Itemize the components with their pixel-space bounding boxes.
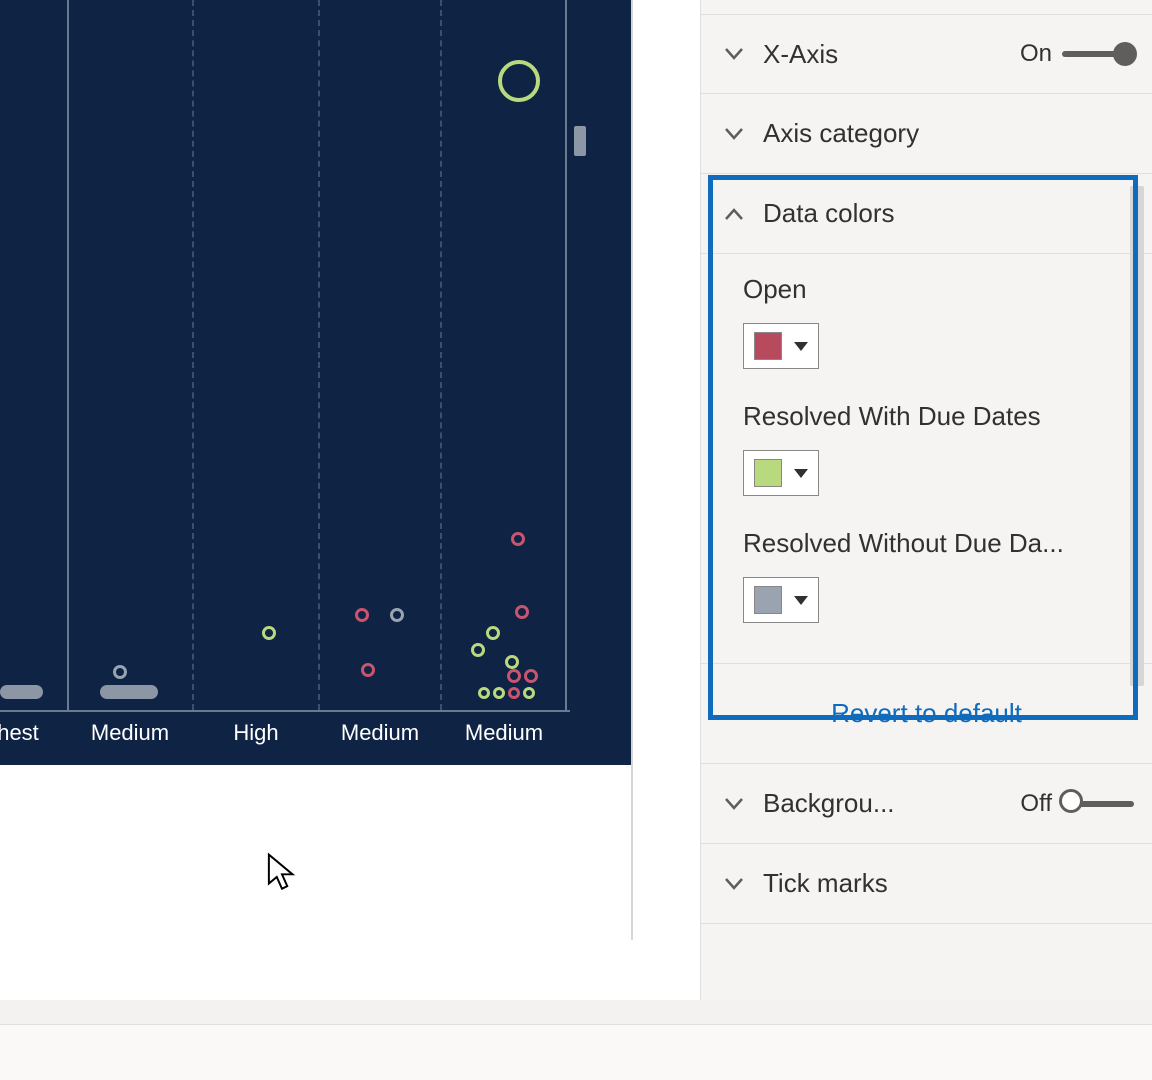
section-label: Backgrou... [763,788,1020,819]
color-item-open: Open [743,274,1110,369]
data-point[interactable] [493,687,505,699]
revert-label: Revert to default [831,698,1022,728]
section-label: Data colors [763,198,1134,229]
caret-down-icon [794,469,808,478]
x-axis-labels: hest Medium High Medium Medium [0,720,570,760]
scroll-thumb[interactable] [574,126,586,156]
data-colors-body: Open Resolved With Due Dates Resolved Wi… [701,254,1152,664]
data-point-cluster[interactable] [0,685,43,699]
toggle-state-label: Off [1020,790,1052,818]
section-label: X-Axis [763,39,1020,70]
toggle-track-on [1062,51,1134,57]
panel-scrollbar[interactable] [1130,186,1144,686]
color-swatch [754,332,782,360]
x-label: Medium [465,720,543,746]
toggle-track-off [1062,801,1134,807]
data-point[interactable] [355,608,369,622]
footer-row [0,1024,1152,1080]
color-item-label: Resolved Without Due Da... [743,528,1110,559]
toggle-knob [1059,789,1083,813]
data-point[interactable] [390,608,404,622]
section-background[interactable]: Backgrou... Off [701,764,1152,844]
chevron-up-icon [719,199,749,229]
axis-right [565,0,567,710]
section-label: Tick marks [763,868,1134,899]
revert-to-default[interactable]: Revert to default [701,664,1152,764]
caret-down-icon [794,342,808,351]
data-point[interactable] [523,687,535,699]
chevron-down-icon [719,869,749,899]
data-point[interactable] [524,669,538,683]
gridline [440,0,442,710]
app-workspace: hest Medium High Medium Medium X-Axis On [0,0,1152,1000]
data-point[interactable] [505,655,519,669]
format-panel: X-Axis On Axis category Data colors Open [700,0,1152,1000]
color-swatch [754,586,782,614]
x-label: High [233,720,278,746]
color-picker-resolved-without[interactable] [743,577,819,623]
color-swatch [754,459,782,487]
data-point[interactable] [262,626,276,640]
data-point[interactable] [478,687,490,699]
data-point[interactable] [361,663,375,677]
pane-divider[interactable] [631,0,633,940]
data-point[interactable] [486,626,500,640]
color-picker-open[interactable] [743,323,819,369]
color-item-resolved-with: Resolved With Due Dates [743,401,1110,496]
data-point[interactable] [515,605,529,619]
x-label: hest [0,720,39,746]
data-point[interactable] [471,643,485,657]
chart-scrollbar-vertical[interactable] [574,0,586,710]
toggle-state-label: On [1020,40,1052,68]
background-toggle[interactable]: Off [1020,790,1134,818]
data-point[interactable] [508,687,520,699]
section-axis-category[interactable]: Axis category [701,94,1152,174]
axis-divider [67,0,69,710]
section-tick-marks[interactable]: Tick marks [701,844,1152,924]
color-picker-resolved-with[interactable] [743,450,819,496]
x-label: Medium [91,720,169,746]
xaxis-toggle[interactable]: On [1020,40,1134,68]
chevron-down-icon [719,789,749,819]
data-point[interactable] [511,532,525,546]
data-point-cluster[interactable] [100,685,158,699]
gridline [192,0,194,710]
color-item-resolved-without: Resolved Without Due Da... [743,528,1110,623]
chart-canvas[interactable]: hest Medium High Medium Medium [0,0,633,765]
chevron-down-icon [719,39,749,69]
color-item-label: Open [743,274,1110,305]
data-point[interactable] [507,669,521,683]
axis-baseline [0,710,570,712]
data-point[interactable] [113,665,127,679]
color-item-label: Resolved With Due Dates [743,401,1110,432]
data-point[interactable] [498,60,540,102]
section-xaxis[interactable]: X-Axis On [701,14,1152,94]
gridline [318,0,320,710]
section-data-colors[interactable]: Data colors [701,174,1152,254]
cursor-icon [266,852,298,894]
chart-pane: hest Medium High Medium Medium [0,0,700,1000]
chevron-down-icon [719,119,749,149]
x-label: Medium [341,720,419,746]
caret-down-icon [794,596,808,605]
section-label: Axis category [763,118,1134,149]
toggle-knob [1113,42,1137,66]
